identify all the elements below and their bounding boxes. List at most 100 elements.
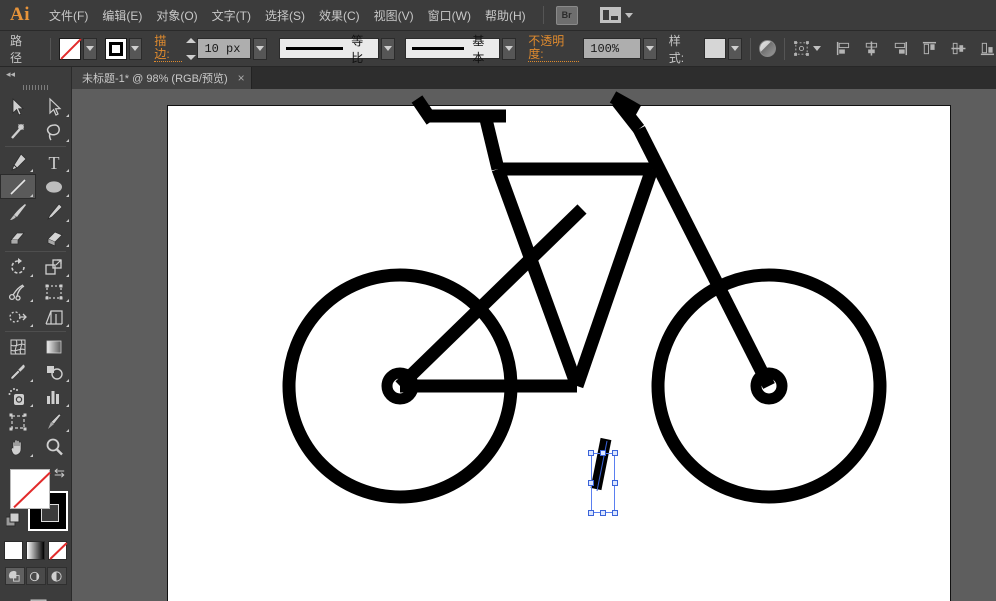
magic-wand-icon xyxy=(7,121,29,143)
align-left-icon[interactable] xyxy=(835,40,852,57)
gradient-tool[interactable] xyxy=(36,334,72,359)
slice-tool[interactable] xyxy=(36,409,72,434)
down-tube xyxy=(577,169,652,386)
draw-behind-button[interactable] xyxy=(26,567,46,585)
screen-mode-row xyxy=(0,597,71,601)
opacity-input[interactable]: 100% xyxy=(583,38,641,59)
menu-divider xyxy=(543,6,544,24)
document-tab[interactable]: 未标题-1* @ 98% (RGB/预览) × xyxy=(72,67,252,89)
zoom-tool[interactable] xyxy=(36,434,72,459)
stroke-weight-stepper[interactable] xyxy=(186,38,197,60)
tool-group-corner-icon xyxy=(66,379,69,382)
rotate-tool[interactable] xyxy=(0,254,36,279)
change-screen-mode-button[interactable] xyxy=(21,597,51,601)
tool-group-corner-icon xyxy=(66,299,69,302)
align-top-icon[interactable] xyxy=(921,40,938,57)
type-tool[interactable]: T xyxy=(36,149,72,174)
paintbrush-tool[interactable] xyxy=(0,199,36,224)
eyedropper-icon xyxy=(7,361,29,383)
selection-handle-se[interactable] xyxy=(612,510,618,516)
canvas-area[interactable] xyxy=(72,89,996,601)
blend-tool[interactable] xyxy=(36,359,72,384)
swap-fill-stroke-icon[interactable]: ⇆ xyxy=(54,465,68,479)
stroke-weight-dropdown-icon[interactable] xyxy=(253,38,267,60)
column-graph-tool[interactable] xyxy=(36,384,72,409)
opacity-dropdown-icon[interactable] xyxy=(643,38,657,60)
selection-handle-n[interactable] xyxy=(600,450,606,456)
blob-brush-tool[interactable] xyxy=(0,224,36,249)
selection-handle-w[interactable] xyxy=(588,480,594,486)
scale-tool[interactable] xyxy=(36,254,72,279)
align-right-icon[interactable] xyxy=(892,40,909,57)
collapse-panel-button[interactable]: ◂◂ xyxy=(0,67,71,81)
menu-select[interactable]: 选择(S) xyxy=(258,3,312,28)
align-bottom-icon[interactable] xyxy=(979,40,996,57)
selection-handle-sw[interactable] xyxy=(588,510,594,516)
draw-normal-button[interactable] xyxy=(5,567,25,585)
gradient-mode-button[interactable] xyxy=(26,541,45,560)
pen-tool[interactable] xyxy=(0,149,36,174)
menu-object[interactable]: 对象(O) xyxy=(149,3,204,28)
pen-icon xyxy=(7,151,29,173)
mesh-tool[interactable] xyxy=(0,334,36,359)
fill-indicator[interactable] xyxy=(10,469,50,509)
menu-view[interactable]: 视图(V) xyxy=(367,3,421,28)
menu-effect[interactable]: 效果(C) xyxy=(312,3,367,28)
document-tab-title: 未标题-1* @ 98% (RGB/预览) xyxy=(82,70,228,86)
none-mode-button[interactable] xyxy=(48,541,67,560)
opacity-label[interactable]: 不透明度: xyxy=(528,35,579,62)
eyedropper-tool[interactable] xyxy=(0,359,36,384)
menu-help[interactable]: 帮助(H) xyxy=(478,3,533,28)
graphic-style-swatch[interactable] xyxy=(704,38,726,59)
line-segment-tool[interactable] xyxy=(0,174,36,199)
magic-wand-tool[interactable] xyxy=(0,119,36,144)
selection-handle-ne[interactable] xyxy=(612,450,618,456)
align-center-vertical-icon[interactable] xyxy=(950,40,967,57)
menu-edit[interactable]: 编辑(E) xyxy=(95,3,149,28)
bicycle-artwork[interactable] xyxy=(72,89,996,601)
recolor-artwork-icon[interactable] xyxy=(759,40,776,57)
variable-width-profile-select[interactable]: 等比 xyxy=(279,38,379,59)
width-tool[interactable] xyxy=(0,279,36,304)
direct-selection-tool[interactable] xyxy=(36,94,72,119)
hand-tool[interactable] xyxy=(0,434,36,459)
ellipse-tool[interactable] xyxy=(36,174,72,199)
eraser-tool[interactable] xyxy=(36,224,72,249)
selection-tool[interactable] xyxy=(0,94,36,119)
stroke-weight-label[interactable]: 描边: xyxy=(154,35,181,62)
perspective-grid-tool[interactable] xyxy=(36,304,72,329)
fill-color-swatch[interactable] xyxy=(59,38,81,60)
menu-window[interactable]: 窗口(W) xyxy=(421,3,478,28)
profile-dropdown-icon[interactable] xyxy=(381,38,395,60)
align-center-horizontal-icon[interactable] xyxy=(863,40,880,57)
selection-handle-e[interactable] xyxy=(612,480,618,486)
workspace-switcher-button[interactable] xyxy=(600,7,633,23)
selection-handle-nw[interactable] xyxy=(588,450,594,456)
shape-builder-tool[interactable] xyxy=(0,304,36,329)
free-transform-tool[interactable] xyxy=(36,279,72,304)
draw-inside-button[interactable] xyxy=(47,567,67,585)
selection-handle-s[interactable] xyxy=(600,510,606,516)
stroke-color-swatch[interactable] xyxy=(105,38,127,60)
stroke-weight-input[interactable]: 10 px xyxy=(197,38,251,59)
tool-group-corner-icon xyxy=(66,244,69,247)
fill-dropdown-icon[interactable] xyxy=(83,38,97,60)
color-mode-button[interactable] xyxy=(4,541,23,560)
menu-type[interactable]: 文字(T) xyxy=(205,3,258,28)
menu-file[interactable]: 文件(F) xyxy=(42,3,95,28)
symbol-sprayer-tool[interactable] xyxy=(0,384,36,409)
style-dropdown-icon[interactable] xyxy=(728,38,742,60)
panel-grip[interactable] xyxy=(0,81,71,94)
stroke-dropdown-icon[interactable] xyxy=(129,38,143,60)
brush-dropdown-icon[interactable] xyxy=(502,38,516,60)
artboard-tool[interactable] xyxy=(0,409,36,434)
transform-button[interactable] xyxy=(793,40,821,57)
default-fill-stroke-icon[interactable] xyxy=(6,513,21,528)
selection-bounding-box[interactable] xyxy=(591,453,615,513)
hand-icon xyxy=(7,436,29,458)
bridge-icon[interactable]: Br xyxy=(556,6,578,25)
lasso-tool[interactable] xyxy=(36,119,72,144)
pencil-tool[interactable] xyxy=(36,199,72,224)
close-icon[interactable]: × xyxy=(238,71,245,85)
brush-definition-select[interactable]: 基本 xyxy=(405,38,501,59)
